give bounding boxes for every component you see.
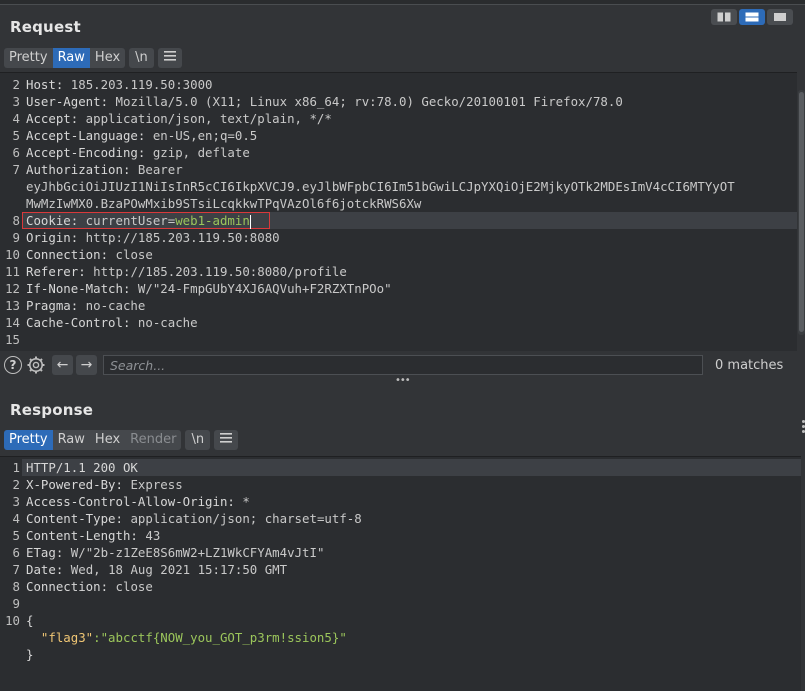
request-editor[interactable]: 2 Host: 185.203.119.50:3000 3 User-Agent: … bbox=[0, 72, 797, 351]
arrow-left-icon[interactable]: ← bbox=[52, 355, 73, 375]
response-editor[interactable]: 1 HTTP/1.1 200 OK 2 X-Powered-By: Express … bbox=[0, 456, 801, 691]
request-tab-pretty[interactable]: Pretty bbox=[4, 48, 53, 68]
response-newline-toggle[interactable]: \n bbox=[185, 430, 211, 450]
request-title: Request bbox=[10, 18, 81, 36]
layout-switcher bbox=[711, 9, 793, 25]
help-icon[interactable]: ? bbox=[4, 356, 22, 374]
response-tab-pretty[interactable]: Pretty bbox=[4, 430, 53, 450]
request-scrollbar[interactable] bbox=[798, 90, 805, 335]
request-newline-toggle[interactable]: \n bbox=[129, 48, 154, 68]
response-tab-raw[interactable]: Raw bbox=[53, 430, 90, 450]
response-tab-hex[interactable]: Hex bbox=[90, 430, 125, 450]
request-view-toolbar: Pretty Raw Hex \n bbox=[4, 48, 182, 68]
settings-icon[interactable] bbox=[25, 354, 47, 376]
request-search-bar: ? ← → 0 matches bbox=[0, 354, 805, 376]
layout-tabs-icon[interactable] bbox=[767, 9, 793, 25]
response-tab-render[interactable]: Render bbox=[125, 430, 181, 450]
top-border bbox=[0, 0, 805, 5]
request-tab-raw[interactable]: Raw bbox=[52, 48, 90, 68]
response-title: Response bbox=[10, 401, 94, 419]
menu-icon[interactable] bbox=[157, 48, 182, 68]
layout-vertical-icon[interactable] bbox=[739, 9, 765, 25]
menu-icon[interactable] bbox=[214, 430, 239, 450]
search-input[interactable] bbox=[103, 355, 703, 375]
request-tab-hex[interactable]: Hex bbox=[90, 48, 125, 68]
request-view-tabs: Pretty Raw Hex bbox=[4, 48, 126, 68]
arrow-right-icon[interactable]: → bbox=[76, 355, 97, 375]
search-matches-count: 0 matches bbox=[715, 357, 784, 373]
request-scroll-thumb[interactable] bbox=[799, 92, 804, 332]
layout-side-by-side-icon[interactable] bbox=[711, 9, 737, 25]
text-caret bbox=[249, 214, 251, 229]
response-view-tabs: Pretty Raw Hex Render bbox=[4, 430, 182, 450]
drag-handle-icon[interactable]: ••• bbox=[395, 375, 411, 386]
response-view-toolbar: Pretty Raw Hex Render \n bbox=[4, 430, 239, 450]
cookie-value: web1-admin bbox=[175, 213, 250, 228]
current-line-highlight bbox=[22, 459, 801, 476]
